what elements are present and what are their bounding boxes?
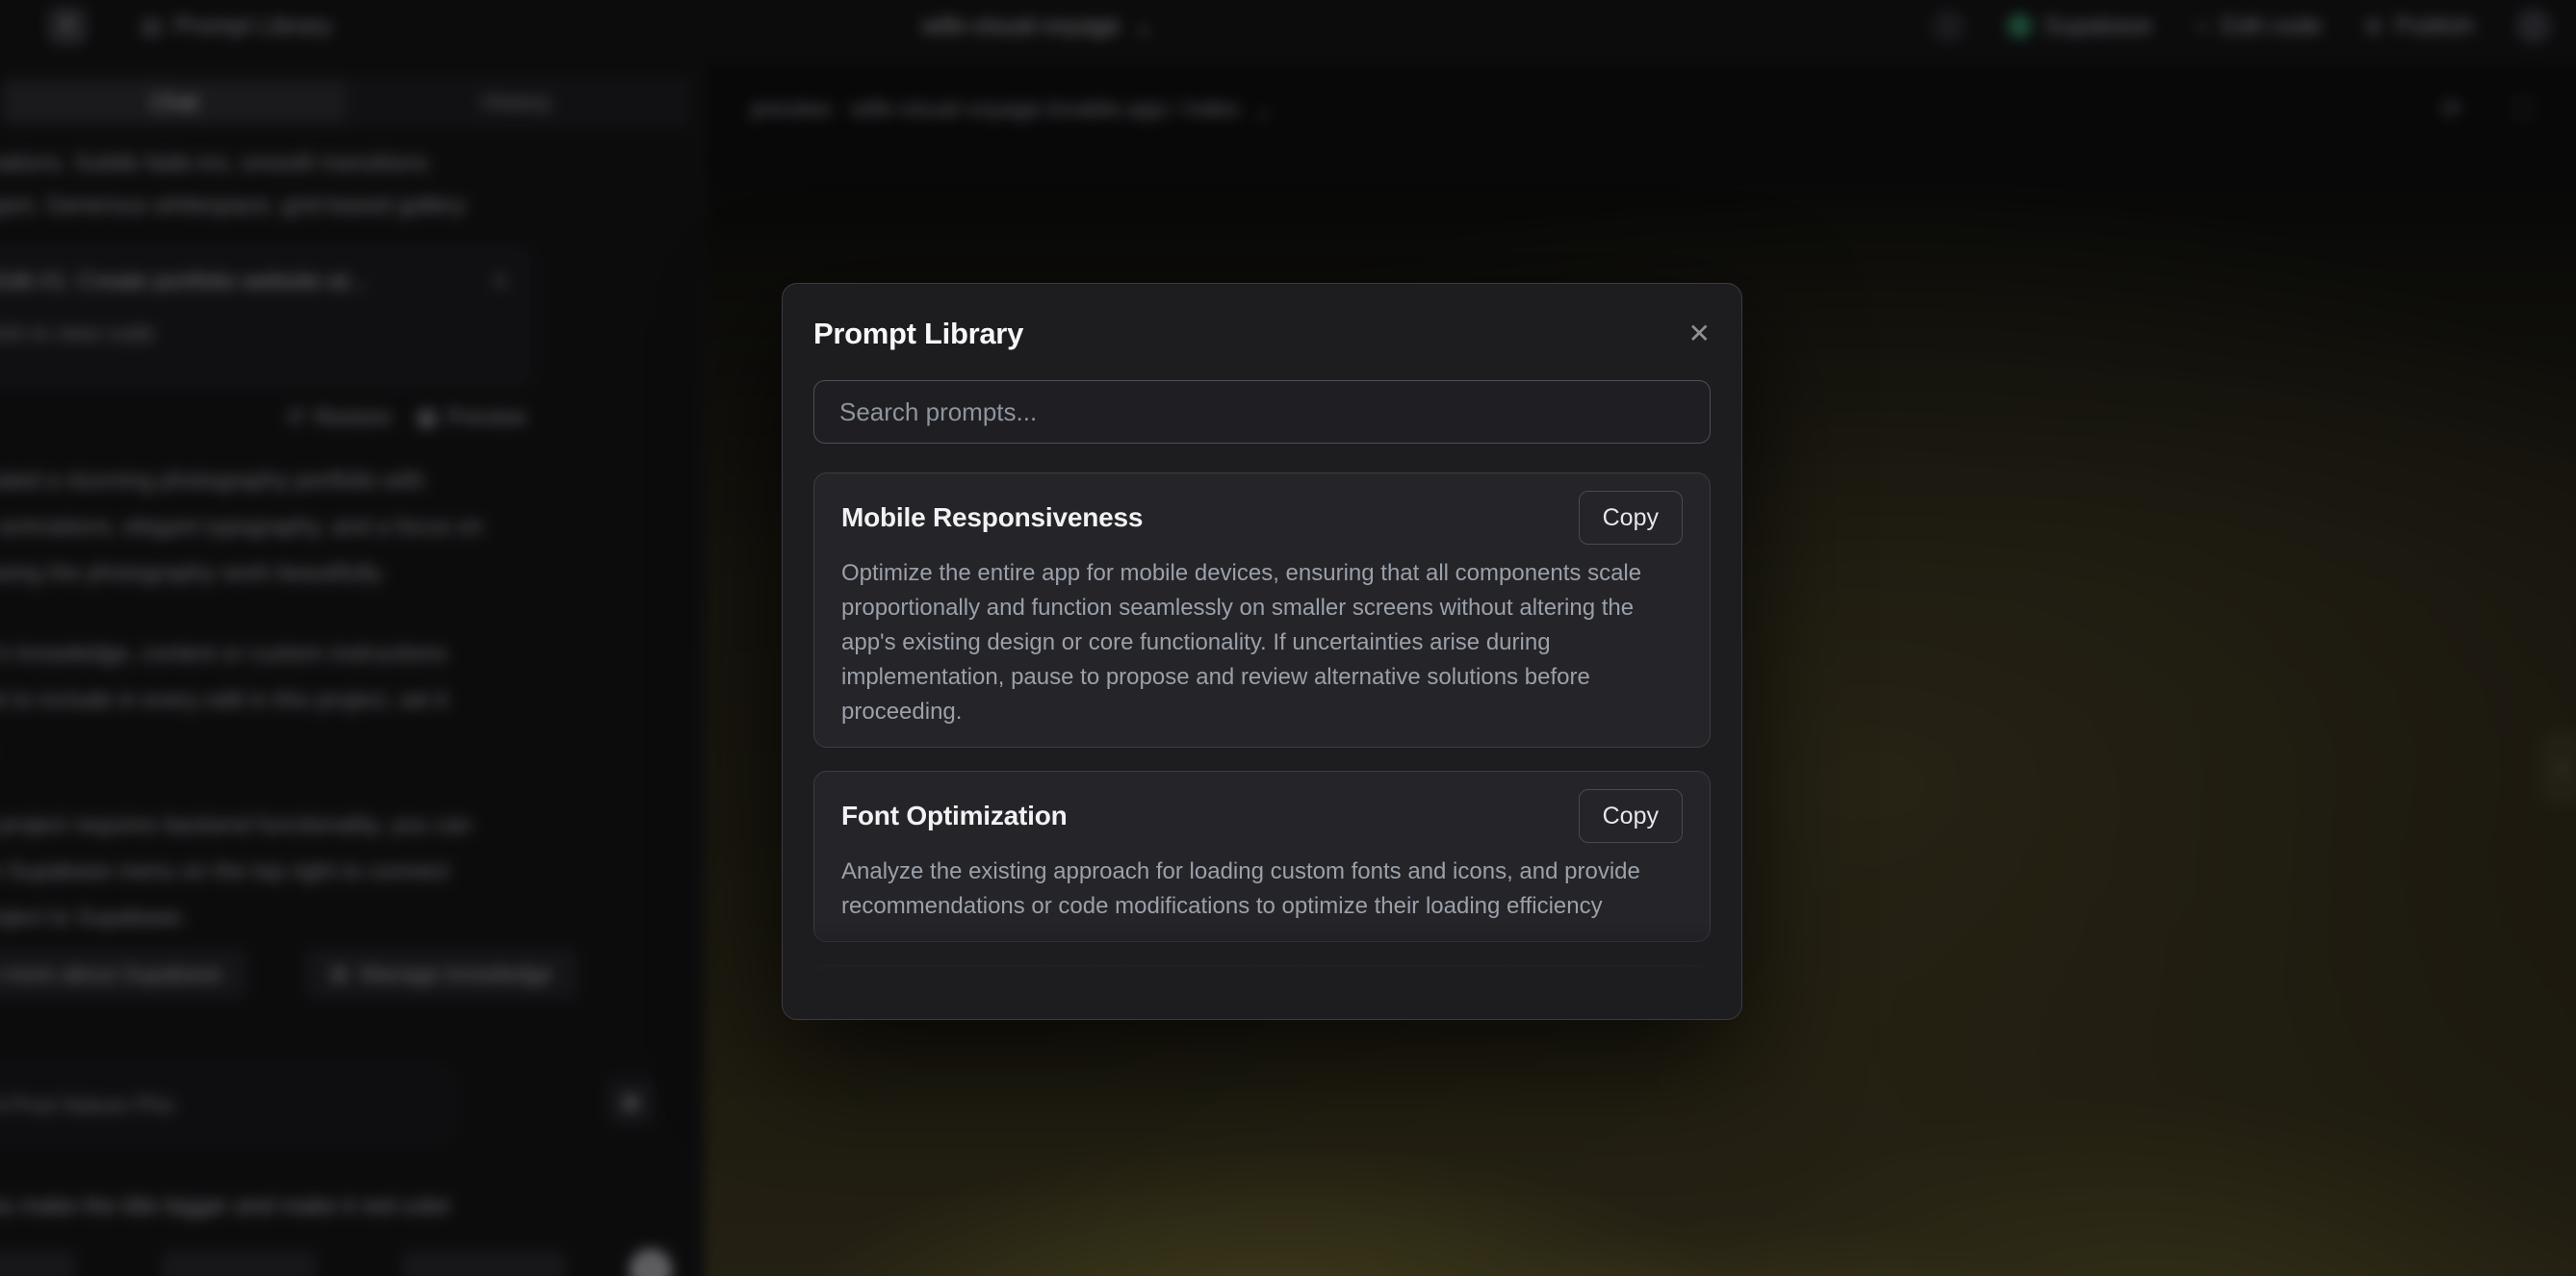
close-icon[interactable]: ✕	[1688, 320, 1711, 347]
search-input[interactable]	[813, 380, 1711, 444]
prompt-body: Optimize the entire app for mobile devic…	[841, 556, 1683, 729]
prompt-card: Font Optimization Copy Analyze the exist…	[813, 771, 1711, 942]
prompt-title: Mobile Responsiveness	[841, 502, 1143, 533]
scroll-fade	[813, 921, 1711, 983]
modal-header: Prompt Library ✕	[813, 317, 1711, 351]
copy-button[interactable]: Copy	[1579, 789, 1683, 843]
prompt-library-modal: Prompt Library ✕ Mobile Responsiveness C…	[782, 283, 1742, 1020]
prompt-card: Mobile Responsiveness Copy Optimize the …	[813, 472, 1711, 748]
copy-button[interactable]: Copy	[1579, 491, 1683, 545]
screen: ♥ ▤ Prompt Library wife-visual-voyage ⌄ …	[0, 0, 2576, 1276]
modal-title: Prompt Library	[813, 317, 1023, 351]
prompt-body: Analyze the existing approach for loadin…	[841, 855, 1683, 924]
prompt-title: Font Optimization	[841, 801, 1068, 831]
prompt-list[interactable]: Mobile Responsiveness Copy Optimize the …	[813, 472, 1711, 983]
